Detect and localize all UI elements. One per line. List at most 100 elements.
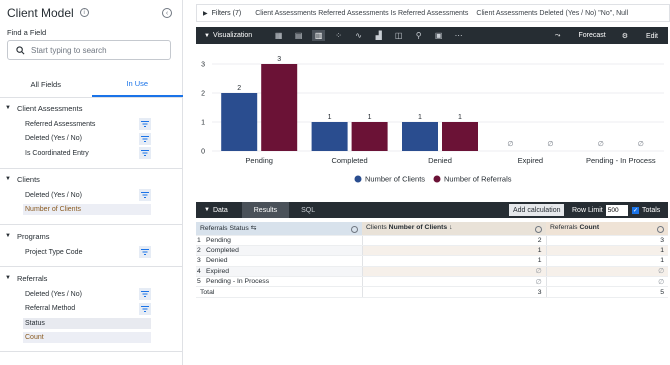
data-label: 1 xyxy=(418,114,422,121)
table-row: 5 Pending - In Process ∅ ∅ xyxy=(196,276,668,288)
field-item-selected[interactable]: Number of Clients xyxy=(0,203,183,218)
data-label: 1 xyxy=(368,114,372,121)
column-header-status[interactable]: Referrals Status ⇆ xyxy=(196,222,362,236)
table-row: 1 Pending 2 3 xyxy=(196,235,668,246)
pin-icon[interactable]: ⚲ xyxy=(412,30,425,41)
section-header[interactable]: ▼ Referrals xyxy=(0,269,183,287)
filter-summary: Client Assessments Deleted (Yes / No) "N… xyxy=(476,9,629,17)
add-calculation-button[interactable]: Add calculation xyxy=(509,204,565,216)
filters-title: Filters (7) xyxy=(211,9,242,17)
x-tick-label: Completed xyxy=(331,156,367,165)
filter-summary: Client Assessments Referred Assessments … xyxy=(255,9,469,17)
divider xyxy=(0,266,183,267)
caret-down-icon: ▼ xyxy=(5,105,11,111)
field-item[interactable]: Deleted (Yes / No) xyxy=(0,188,183,203)
more-icon[interactable]: ⋯ xyxy=(452,30,465,41)
bar xyxy=(351,122,388,151)
column-header-count[interactable]: Referrals Count xyxy=(546,222,668,236)
data-label: 3 xyxy=(277,56,281,63)
forecast-button[interactable]: ⤳ Forecast xyxy=(555,32,606,40)
bar xyxy=(442,122,478,151)
field-item[interactable]: Deleted (Yes / No) xyxy=(0,132,183,147)
pivot-icon[interactable]: ⇆ xyxy=(251,225,257,232)
filter-icon[interactable] xyxy=(139,246,151,258)
filter-icon[interactable] xyxy=(139,288,151,300)
bar xyxy=(402,122,438,151)
section-referrals: ▼ Referrals Deleted (Yes / No) Referral M… xyxy=(0,269,183,345)
tab-in-use[interactable]: In Use xyxy=(91,72,183,97)
field-item[interactable]: Is Coordinated Entry xyxy=(0,146,183,161)
field-search-box[interactable] xyxy=(7,40,171,60)
data-label: ∅ xyxy=(598,141,604,148)
visualization-title: Visualization xyxy=(212,32,253,39)
row-limit: Row Limit xyxy=(572,204,628,216)
field-tabs: All Fields In Use xyxy=(0,72,183,98)
totals-row: Total 3 5 xyxy=(196,286,668,298)
visualization-bar[interactable]: ▼ Visualization ▦ ▤ ▥ ⁘ ∿ ▟ ◫ ⚲ ▣ ⋯ ⤳ Fo… xyxy=(196,27,668,44)
checkbox-checked-icon[interactable]: ✓ xyxy=(632,206,639,214)
field-item[interactable]: Referred Assessments xyxy=(0,117,183,132)
table-icon[interactable]: ▦ xyxy=(272,30,285,41)
field-item[interactable]: Referral Method xyxy=(0,302,183,317)
tab-all-fields[interactable]: All Fields xyxy=(0,72,92,97)
caret-down-icon: ▼ xyxy=(204,32,210,39)
divider xyxy=(0,168,183,169)
bar-chart: 0 1 2 3 2 3 Pending 1 1 Completed 1 1 Denied ∅ ∅ Expire… xyxy=(201,56,664,184)
edit-button[interactable]: ⚙ Edit xyxy=(622,32,658,40)
caret-down-icon: ▼ xyxy=(5,233,11,239)
model-title: Client Model xyxy=(7,5,74,20)
section-programs: ▼ Programs Project Type Code xyxy=(0,227,183,260)
bar-chart-icon[interactable]: ▥ xyxy=(312,30,326,41)
field-item-selected[interactable]: Status xyxy=(0,316,183,331)
x-tick-label: Denied xyxy=(428,156,452,165)
gear-icon[interactable] xyxy=(535,225,542,233)
section-header[interactable]: ▼ Client Assessments xyxy=(0,99,183,117)
area-chart-icon[interactable]: ▟ xyxy=(372,30,385,41)
field-search-input[interactable] xyxy=(31,45,161,55)
y-tick-label: 1 xyxy=(201,120,205,127)
tab-sql[interactable]: SQL xyxy=(289,202,327,218)
filter-icon[interactable] xyxy=(139,147,151,159)
grid-icon[interactable]: ▤ xyxy=(292,30,305,41)
data-bar[interactable]: ▼ Data Results SQL Add calculation Row L… xyxy=(196,202,668,218)
divider xyxy=(0,351,183,352)
line-chart-icon[interactable]: ∿ xyxy=(352,30,365,41)
section-clients: ▼ Clients Deleted (Yes / No) Number of Cl… xyxy=(0,170,183,217)
map-icon[interactable]: ◫ xyxy=(392,30,405,41)
search-icon xyxy=(16,45,25,54)
section-header[interactable]: ▼ Programs xyxy=(0,227,183,245)
collapse-sidebar-icon[interactable]: ‹ xyxy=(162,8,172,18)
filter-icon[interactable] xyxy=(139,118,151,130)
y-tick-label: 2 xyxy=(201,91,205,98)
filter-icon[interactable] xyxy=(139,132,151,145)
section-client-assessments: ▼ Client Assessments Referred Assessments… xyxy=(0,99,183,161)
scatter-icon[interactable]: ⁘ xyxy=(332,30,345,41)
field-item[interactable]: Project Type Code xyxy=(0,245,183,260)
filters-bar[interactable]: ▶ Filters (7) Client Assessments Referre… xyxy=(196,4,670,22)
tab-results[interactable]: Results xyxy=(241,202,290,218)
gear-icon[interactable] xyxy=(657,225,664,233)
bar xyxy=(221,93,258,151)
x-tick-label: Expired xyxy=(518,156,543,165)
gear-icon[interactable] xyxy=(351,225,358,233)
legend-label: Number of Referrals xyxy=(444,175,512,184)
y-tick-label: 0 xyxy=(201,149,205,156)
legend-swatch xyxy=(354,175,362,183)
field-item[interactable]: Deleted (Yes / No) xyxy=(0,287,183,302)
filter-icon[interactable] xyxy=(139,189,151,201)
single-value-icon[interactable]: ▣ xyxy=(432,30,445,41)
sort-desc-icon[interactable]: ↓ xyxy=(449,224,452,231)
data-label: ∅ xyxy=(507,141,513,148)
field-item-selected[interactable]: Count xyxy=(0,331,183,346)
totals-toggle[interactable]: ✓ Totals xyxy=(632,204,660,216)
data-label: 2 xyxy=(237,85,241,92)
info-icon[interactable]: i xyxy=(79,8,89,17)
table-row: 2 Completed 1 1 xyxy=(196,245,668,257)
row-limit-input[interactable] xyxy=(605,204,628,216)
column-header-clients[interactable]: Clients Number of Clients ↓ xyxy=(362,222,546,236)
table-row: 4 Expired ∅ ∅ xyxy=(196,266,668,278)
bar xyxy=(261,64,298,151)
filter-icon[interactable] xyxy=(139,302,151,315)
section-header[interactable]: ▼ Clients xyxy=(0,170,183,188)
data-label: ∅ xyxy=(638,141,644,148)
